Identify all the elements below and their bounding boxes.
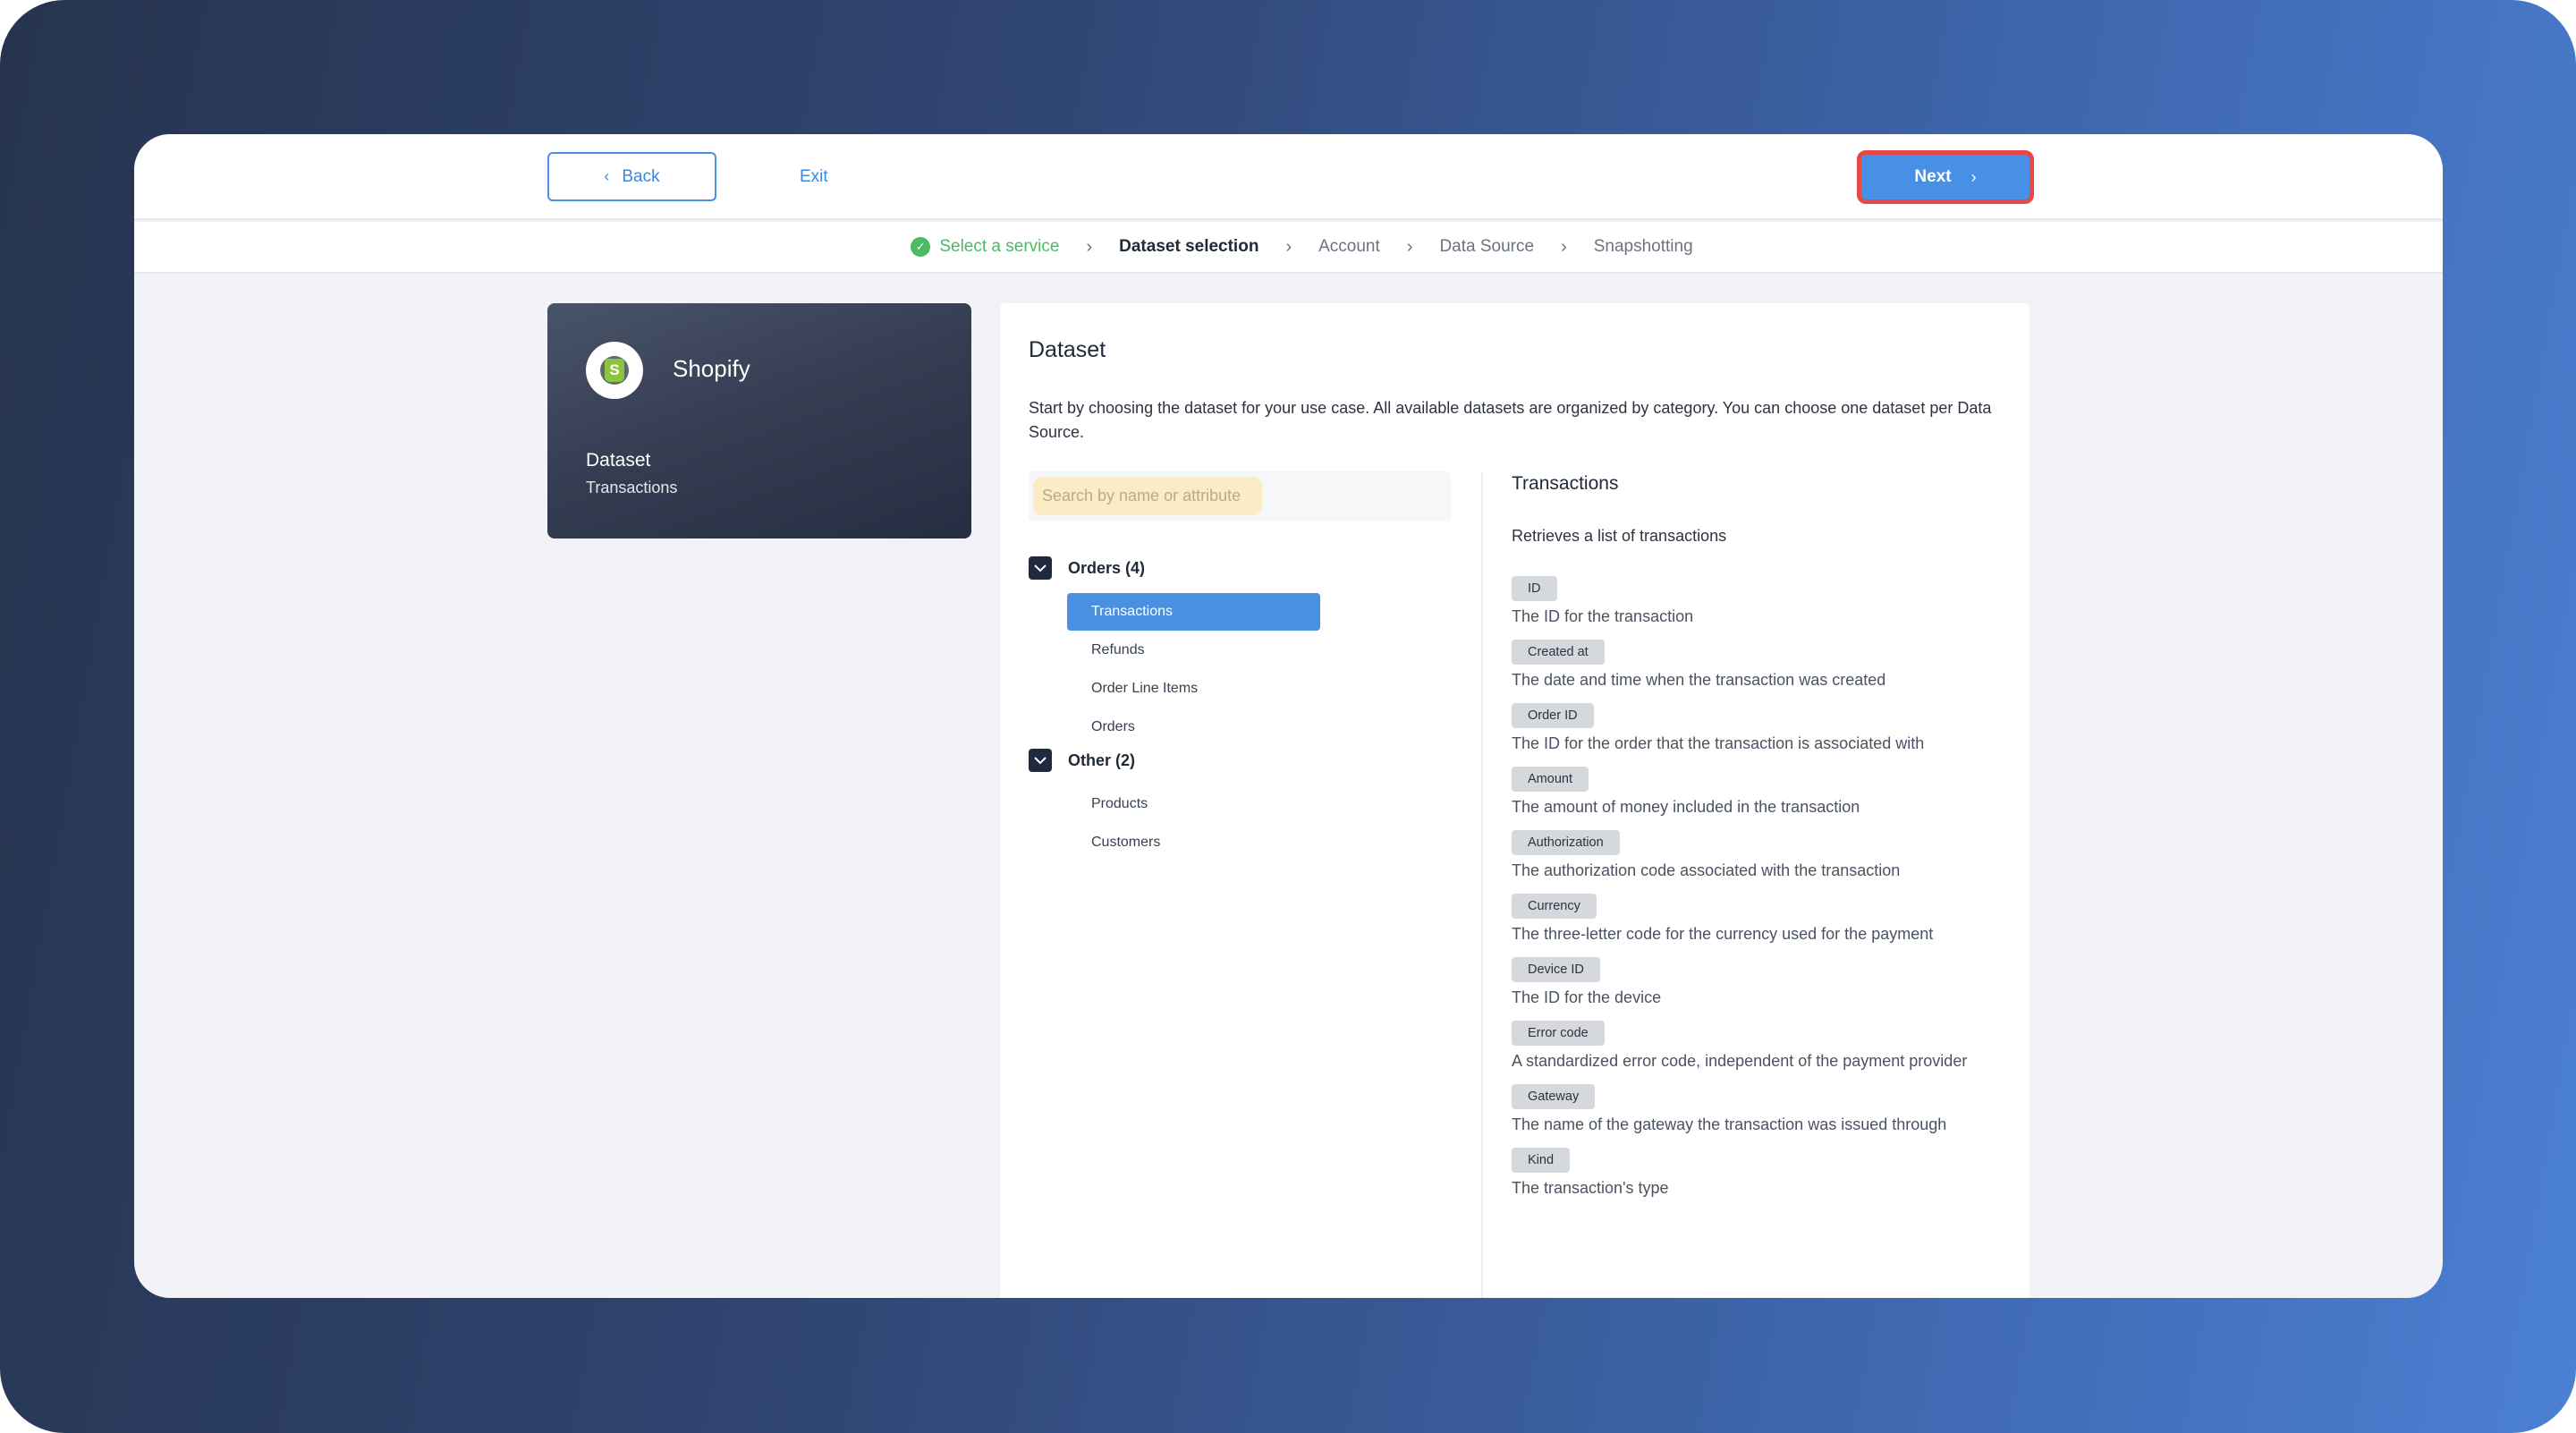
chevron-right-icon: › [1970, 167, 1977, 186]
dataset-label: Dataset [586, 450, 651, 471]
attribute-description: The three-letter code for the currency u… [1512, 925, 1934, 943]
detail-title: Transactions [1512, 473, 1619, 494]
service-name: Shopify [673, 355, 750, 382]
logo-badge: S [600, 356, 629, 385]
next-label: Next [1914, 167, 1952, 186]
category-header[interactable]: Other (2) [1029, 748, 1449, 773]
desktop-backdrop: ‹ Back Exit Next › ✓ Select a service › … [0, 0, 2576, 1433]
attribute-tag: Kind [1512, 1148, 1571, 1173]
category-orders: Orders (4) Transactions Refunds Order Li… [1029, 555, 1449, 746]
back-label: Back [622, 166, 660, 186]
chevron-right-icon: › [1561, 236, 1567, 257]
attribute-tag: ID [1512, 576, 1557, 601]
dataset-panel: Dataset Start by choosing the dataset fo… [1000, 303, 2029, 1298]
attribute-item: Order ID The ID for the order that the t… [1512, 703, 2012, 756]
dataset-tree: Orders (4) Transactions Refunds Order Li… [1029, 555, 1449, 863]
attribute-description: The transaction's type [1512, 1179, 1669, 1197]
dataset-item-customers[interactable]: Customers [1067, 824, 1320, 861]
step-label: Dataset selection [1119, 237, 1259, 256]
dataset-detail: Transactions Retrieves a list of transac… [1512, 471, 2012, 1211]
exit-button[interactable]: Exit [800, 152, 828, 201]
attribute-tag: Order ID [1512, 703, 1594, 728]
attribute-tag: Device ID [1512, 957, 1600, 982]
step-label: Select a service [939, 237, 1060, 256]
attribute-description: The ID for the order that the transactio… [1512, 734, 1925, 752]
attribute-tag: Created at [1512, 640, 1605, 665]
step-label: Snapshotting [1593, 237, 1693, 256]
dataset-value: Transactions [586, 479, 678, 496]
step-data-source: Data Source [1439, 237, 1534, 257]
attribute-tag: Currency [1512, 894, 1597, 919]
step-select-a-service[interactable]: ✓ Select a service [911, 237, 1059, 257]
step-label: Data Source [1439, 237, 1535, 256]
attribute-item: Kind The transaction's type [1512, 1148, 2012, 1200]
chevron-right-icon: › [1086, 236, 1093, 257]
wizard-stepper: ✓ Select a service › Dataset selection ›… [134, 222, 2443, 274]
category-header[interactable]: Orders (4) [1029, 555, 1449, 581]
search-input[interactable] [1033, 477, 1262, 515]
step-label: Account [1318, 237, 1380, 256]
step-snapshotting: Snapshotting [1594, 237, 1693, 257]
attribute-tag: Error code [1512, 1021, 1605, 1046]
category-label: Orders (4) [1068, 558, 1146, 577]
attribute-tag: Amount [1512, 767, 1589, 792]
back-button[interactable]: ‹ Back [547, 152, 716, 201]
panel-description: Start by choosing the dataset for your u… [1029, 399, 1992, 441]
step-account: Account [1318, 237, 1380, 257]
attribute-description: The date and time when the transaction w… [1512, 671, 1886, 689]
category-label: Other (2) [1068, 750, 1136, 769]
attribute-item: Error code A standardized error code, in… [1512, 1021, 2012, 1073]
dataset-item-orders[interactable]: Orders [1067, 708, 1320, 746]
attribute-item: ID The ID for the transaction [1512, 576, 2012, 629]
dataset-item-transactions[interactable]: Transactions [1067, 593, 1320, 631]
attribute-item: Created at The date and time when the tr… [1512, 640, 2012, 692]
top-toolbar: ‹ Back Exit Next › [134, 134, 2443, 220]
dataset-item-refunds[interactable]: Refunds [1067, 632, 1320, 669]
attribute-tag: Authorization [1512, 830, 1620, 855]
attribute-item: Authorization The authorization code ass… [1512, 830, 2012, 883]
attribute-description: The authorization code associated with t… [1512, 861, 1901, 879]
shopping-bag-icon: S [605, 359, 624, 382]
attribute-item: Amount The amount of money included in t… [1512, 767, 2012, 819]
panel-title: Dataset [1029, 337, 1106, 362]
check-circle-icon: ✓ [911, 237, 931, 257]
attribute-description: The amount of money included in the tran… [1512, 798, 1860, 816]
service-summary-card: S Shopify Dataset Transactions [547, 303, 971, 538]
attribute-description: The ID for the transaction [1512, 607, 1694, 625]
dataset-item-products[interactable]: Products [1067, 785, 1320, 823]
attribute-tag: Gateway [1512, 1084, 1596, 1109]
search-container [1029, 471, 1451, 521]
attribute-item: Currency The three-letter code for the c… [1512, 894, 2012, 946]
step-dataset-selection: Dataset selection [1119, 237, 1258, 257]
chevron-left-icon: ‹ [604, 167, 610, 185]
chevron-down-icon[interactable] [1029, 556, 1052, 580]
panel-divider [1481, 471, 1483, 1298]
chevron-right-icon: › [1285, 236, 1292, 257]
next-button[interactable]: Next › [1857, 150, 2034, 204]
attribute-description: The ID for the device [1512, 988, 1662, 1006]
attribute-description: A standardized error code, independent o… [1512, 1052, 1968, 1070]
attribute-item: Device ID The ID for the device [1512, 957, 2012, 1010]
category-other: Other (2) Products Customers [1029, 748, 1449, 861]
detail-subtitle: Retrieves a list of transactions [1512, 527, 1727, 545]
dataset-item-order-line-items[interactable]: Order Line Items [1067, 670, 1320, 708]
attribute-item: Gateway The name of the gateway the tran… [1512, 1084, 2012, 1137]
chevron-right-icon: › [1406, 236, 1413, 257]
chevron-down-icon[interactable] [1029, 749, 1052, 772]
attribute-description: The name of the gateway the transaction … [1512, 1115, 1947, 1133]
app-window: ‹ Back Exit Next › ✓ Select a service › … [134, 134, 2443, 1298]
shopify-logo-icon: S [586, 342, 643, 399]
